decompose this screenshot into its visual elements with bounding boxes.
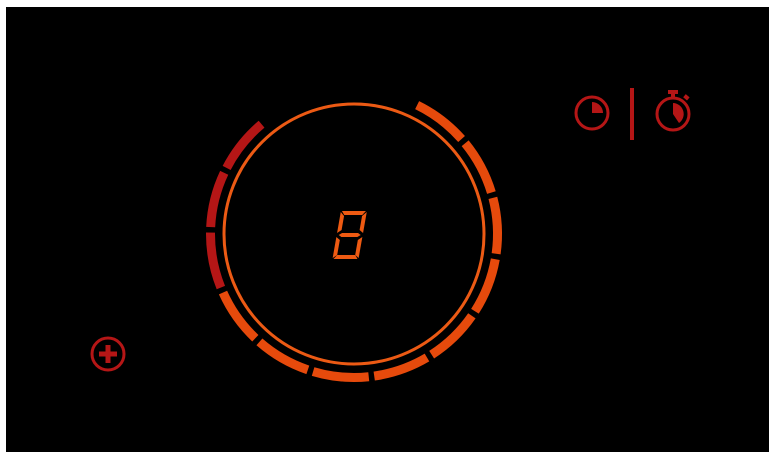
timer-button[interactable] bbox=[566, 91, 616, 141]
seven-segment-digit bbox=[332, 211, 367, 259]
timer-controls bbox=[566, 84, 700, 144]
power-segment-7[interactable] bbox=[311, 367, 370, 382]
segment-f bbox=[337, 212, 345, 233]
power-segment-4[interactable] bbox=[471, 258, 500, 314]
clock-timer-icon bbox=[574, 95, 610, 131]
timer-divider bbox=[630, 88, 634, 140]
power-digit-display bbox=[325, 205, 375, 265]
segment-b bbox=[359, 212, 367, 233]
power-dial[interactable] bbox=[0, 0, 775, 457]
boost-button[interactable] bbox=[87, 333, 129, 375]
stopwatch-icon bbox=[655, 90, 691, 132]
power-segment-10[interactable] bbox=[205, 232, 226, 290]
stopwatch-button[interactable] bbox=[648, 87, 698, 139]
plus-circle-icon bbox=[90, 336, 126, 372]
segment-e bbox=[332, 237, 340, 258]
segment-d bbox=[333, 255, 358, 259]
segment-c bbox=[355, 237, 363, 258]
segment-a bbox=[341, 211, 366, 215]
segment-g bbox=[338, 233, 361, 237]
power-segment-6[interactable] bbox=[373, 353, 430, 381]
power-segment-3[interactable] bbox=[488, 196, 503, 255]
